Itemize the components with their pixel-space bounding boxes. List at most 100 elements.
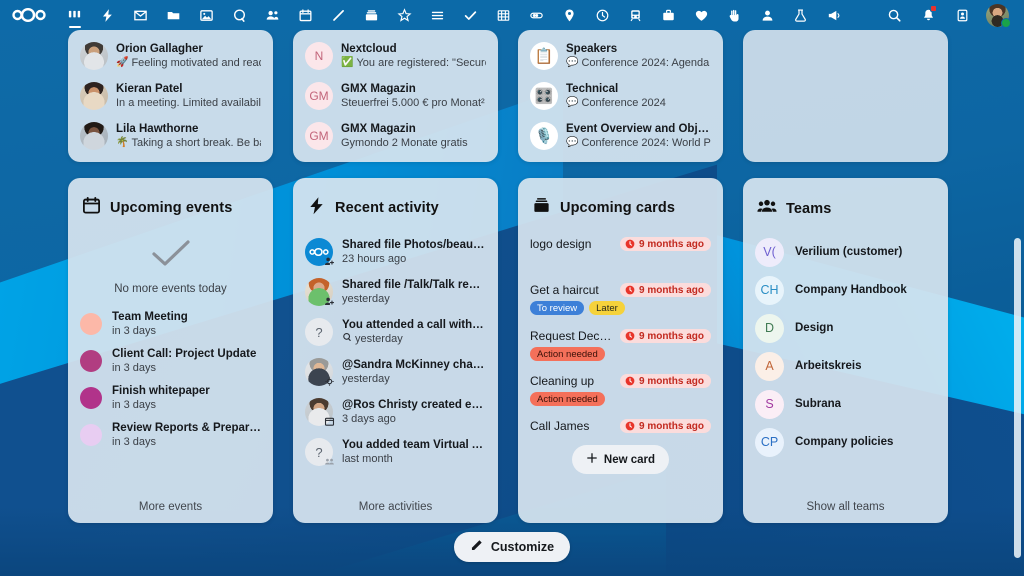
app-icon-tables[interactable] [487, 0, 520, 30]
list-item[interactable]: Get a haircut 9 months ago To review Lat… [528, 278, 713, 324]
more-events-link[interactable]: More events [78, 497, 263, 513]
app-icon-maps[interactable] [553, 0, 586, 30]
app-icon-notes[interactable] [322, 0, 355, 30]
avatar-initials: CP [760, 435, 779, 449]
more-activities-link[interactable]: More activities [303, 497, 488, 513]
contacts-menu-icon[interactable] [946, 0, 978, 30]
list-item[interactable]: GM GMX Magazin Steuerfrei 5.000 € pro Mo… [303, 76, 488, 116]
widget-empty-panel [743, 30, 948, 162]
app-icon-approval[interactable] [454, 0, 487, 30]
list-item[interactable]: N Nextcloud ✅ You are registered: "Secur… [303, 36, 488, 76]
avatar [80, 82, 108, 110]
list-item[interactable]: 🎛️ Technical 💬 Conference 2024 [528, 76, 713, 116]
list-item[interactable]: 🎙️ Event Overview and Objectiv… 💬 Confer… [528, 116, 713, 156]
card-tag: Later [589, 301, 625, 315]
activity-text: Shared file /Talk/Talk record… [342, 279, 486, 291]
avatar [305, 278, 336, 308]
app-icon-timemanager[interactable] [586, 0, 619, 30]
clock-icon [625, 285, 635, 295]
list-item[interactable]: Review Reports & Prepare Pr… in 3 days [78, 416, 263, 453]
list-item[interactable]: CP Company policies [753, 423, 938, 461]
widget-title: Upcoming cards [560, 200, 676, 216]
app-icon-contacts[interactable] [256, 0, 289, 30]
list-item[interactable]: Shared file Photos/beautiful… 23 hours a… [303, 232, 488, 272]
list-item-title: GMX Magazin [341, 123, 416, 135]
list-item[interactable]: @Ros Christy created event … 3 days ago [303, 392, 488, 432]
app-icon-announcements[interactable] [817, 0, 850, 30]
app-icon-health[interactable] [685, 0, 718, 30]
list-item[interactable]: V( Verilium (customer) [753, 233, 938, 271]
app-icon-work[interactable] [652, 0, 685, 30]
avatar[interactable] [980, 0, 1014, 30]
app-icon-assistant[interactable] [388, 0, 421, 30]
list-item[interactable]: Orion Gallagher 🚀 Feeling motivated and … [78, 36, 263, 76]
new-card-label: New card [603, 453, 656, 466]
event-color-dot [80, 423, 102, 446]
list-item[interactable]: A Arbeitskreis [753, 347, 938, 385]
activity-time: 23 hours ago [342, 253, 407, 265]
teams-icon [323, 455, 336, 468]
avatar-initials: S [765, 397, 774, 411]
widget-title: Recent activity [335, 200, 439, 216]
app-icon-dashboard[interactable] [58, 0, 91, 30]
list-item[interactable]: D Design [753, 309, 938, 347]
app-icon-files[interactable] [157, 0, 190, 30]
app-icon-transport[interactable] [619, 0, 652, 30]
new-card-button[interactable]: New card [571, 445, 670, 474]
share-icon [323, 295, 336, 308]
app-icon-tasks[interactable] [421, 0, 454, 30]
avatar-initials: CH [760, 283, 779, 297]
list-item[interactable]: 📋 Speakers 💬 Conference 2024: Agenda [528, 36, 713, 76]
app-icon-deck[interactable] [355, 0, 388, 30]
activity-time: 3 days ago [342, 413, 396, 425]
avatar [305, 358, 334, 386]
notifications-bell-icon[interactable] [912, 0, 944, 30]
vertical-scrollbar[interactable] [1014, 238, 1021, 558]
nextcloud-logo[interactable] [6, 0, 52, 30]
list-item[interactable]: Client Call: Project Update in 3 days [78, 342, 263, 379]
list-item[interactable]: logo design 9 months ago [528, 232, 713, 278]
activity-text: You attended a call with San… [342, 319, 486, 331]
app-icon-photos[interactable] [190, 0, 223, 30]
list-item[interactable]: CH Company Handbook [753, 271, 938, 309]
activity-time: yesterday [342, 332, 486, 346]
activity-text: @Ros Christy created event … [342, 399, 486, 411]
list-item[interactable]: Finish whitepaper in 3 days [78, 379, 263, 416]
list-item[interactable]: ? You attended a call with San… yesterda… [303, 312, 488, 352]
list-item[interactable]: Call James 9 months ago [528, 414, 713, 437]
app-icon-calendar[interactable] [289, 0, 322, 30]
app-icon-activity[interactable] [91, 0, 124, 30]
list-item[interactable]: Team Meeting in 3 days [78, 305, 263, 342]
list-item[interactable]: Cleaning up 9 months ago Action needed [528, 369, 713, 414]
list-item-subtitle: 🚀 Feeling motivated and read… [116, 56, 261, 70]
app-icon-talk[interactable] [223, 0, 256, 30]
app-icon-accessibility[interactable] [718, 0, 751, 30]
avatar: 📋 [530, 42, 558, 70]
list-item[interactable]: Kieran Patel In a meeting. Limited avail… [78, 76, 263, 116]
card-tag: To review [530, 301, 585, 315]
app-icon-mail[interactable] [124, 0, 157, 30]
app-icon-profile[interactable] [751, 0, 784, 30]
widget-mail: N Nextcloud ✅ You are registered: "Secur… [293, 30, 498, 162]
list-item[interactable]: @Sandra McKinney change… yesterday [303, 352, 488, 392]
due-text: 9 months ago [638, 238, 704, 250]
mail-subject: Gymondo 2 Monate gratis [341, 137, 468, 149]
show-all-teams-link[interactable]: Show all teams [753, 497, 938, 513]
list-item[interactable]: Shared file /Talk/Talk record… yesterday [303, 272, 488, 312]
list-item[interactable]: Lila Hawthorne 🌴 Taking a short break. B… [78, 116, 263, 156]
list-item[interactable]: ? You added team Virtual Ann… last month [303, 432, 488, 472]
list-item[interactable]: GM GMX Magazin Gymondo 2 Monate gratis [303, 116, 488, 156]
customize-button[interactable]: Customize [453, 532, 571, 562]
card-title: Get a haircut [530, 283, 599, 297]
clock-icon [625, 421, 635, 431]
app-icon-passwords[interactable] [520, 0, 553, 30]
empty-state-message: No more events today [114, 283, 227, 295]
list-item[interactable]: Request December … 9 months ago Action n… [528, 324, 713, 369]
app-icon-science[interactable] [784, 0, 817, 30]
talk-icon [342, 332, 352, 346]
app-navigation-icons [58, 0, 878, 30]
team-name: Company policies [795, 436, 894, 448]
list-item[interactable]: S Subrana [753, 385, 938, 423]
search-icon[interactable] [878, 0, 910, 30]
widget-upcoming-events: Upcoming events No more events today Tea… [68, 178, 273, 523]
